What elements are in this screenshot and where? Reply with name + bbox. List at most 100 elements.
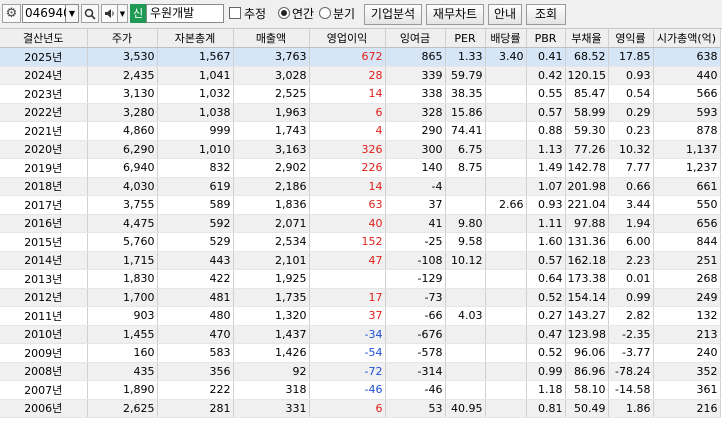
cell-surplus: 339 [385, 66, 446, 85]
cell-price: 435 [87, 362, 158, 381]
table-row[interactable]: 2014년 1,715 443 2,101 47 -108 10.12 0.57 162.18 2… [0, 251, 721, 270]
table-row[interactable]: 2020년 6,290 1,010 3,163 326 300 6.75 1.13 77.26 1… [0, 140, 721, 159]
annual-radio[interactable] [278, 7, 290, 19]
cell-price: 903 [87, 306, 158, 326]
col-header-pbr[interactable]: PBR [526, 29, 566, 48]
financial-chart-button[interactable]: 재무차트 [426, 4, 484, 25]
cell-year: 2009년 [0, 343, 88, 363]
guide-button[interactable]: 안내 [488, 4, 522, 25]
cell-per: 59.79 [445, 66, 486, 85]
gear-icon[interactable]: ⚙ [2, 4, 21, 23]
table-row[interactable]: 2017년 3,755 589 1,836 63 37 2.66 0.93 221.04 3.44… [0, 195, 721, 215]
company-analysis-button[interactable]: 기업분석 [364, 4, 422, 25]
cell-equity: 1,567 [157, 47, 234, 67]
cell-equity: 619 [157, 177, 234, 196]
cell-surplus: 338 [385, 84, 446, 104]
table-row[interactable]: 2007년 1,890 222 318 -46 -46 1.18 58.10 -14.58 361 [0, 380, 721, 400]
chevron-down-icon[interactable]: ▼ [66, 4, 79, 23]
estimate-label: 추정 [244, 7, 267, 21]
table-row[interactable]: 2006년 2,625 281 331 6 53 40.95 0.81 50.49 1.86 216 [0, 399, 721, 418]
query-button[interactable]: 조회 [526, 4, 566, 25]
table-row[interactable]: 2024년 2,435 1,041 3,028 28 339 59.79 0.42 120.15… [0, 66, 721, 85]
quarterly-radio[interactable] [319, 7, 331, 19]
stock-code-input[interactable]: 046940 [22, 4, 71, 23]
search-icon[interactable] [81, 4, 99, 23]
cell-debt-ratio: 96.06 [565, 343, 609, 363]
table-row[interactable]: 2009년 160 583 1,426 -54 -578 0.52 96.06 -3.77 240 [0, 343, 721, 363]
cell-market-cap: 213 [653, 325, 721, 344]
cell-debt-ratio: 58.10 [565, 380, 609, 400]
col-header-dividend[interactable]: 배당률 [485, 29, 527, 48]
cell-operating-profit: 28 [309, 66, 386, 85]
cell-operating-profit [309, 269, 386, 289]
cell-price: 3,130 [87, 84, 158, 104]
table-row[interactable]: 2015년 5,760 529 2,534 152 -25 9.58 1.60 131.36 6.… [0, 232, 721, 252]
cell-debt-ratio: 201.98 [565, 177, 609, 196]
col-header-per[interactable]: PER [445, 29, 486, 48]
col-header-surplus[interactable]: 잉여금 [385, 29, 446, 48]
table-row[interactable]: 2025년 3,530 1,567 3,763 672 865 1.33 3.40 0.41 68… [0, 47, 721, 67]
cell-equity: 832 [157, 158, 234, 178]
cell-per: 40.95 [445, 399, 486, 418]
cell-surplus: -314 [385, 362, 446, 381]
table-row[interactable]: 2016년 4,475 592 2,071 40 41 9.80 1.11 97.88 1.94 6… [0, 214, 721, 233]
table-row[interactable]: 2010년 1,455 470 1,437 -34 -676 0.47 123.98 -2.35… [0, 325, 721, 344]
cell-dividend [485, 140, 527, 159]
cell-market-cap: 251 [653, 251, 721, 270]
cell-revenue: 2,101 [233, 251, 310, 270]
col-header-equity[interactable]: 자본총계 [157, 29, 234, 48]
cell-per [445, 325, 486, 344]
cell-market-cap: 878 [653, 121, 721, 141]
cell-equity: 999 [157, 121, 234, 141]
cell-year: 2022년 [0, 103, 88, 122]
cell-per: 4.03 [445, 306, 486, 326]
table-row[interactable]: 2022년 3,280 1,038 1,963 6 328 15.86 0.57 58.99 0.… [0, 103, 721, 122]
cell-op-margin: 6.00 [608, 232, 654, 252]
col-header-market-cap[interactable]: 시가총액(억) [653, 29, 721, 48]
cell-operating-profit: 63 [309, 195, 386, 215]
estimate-checkbox[interactable] [229, 7, 241, 19]
cell-surplus: 865 [385, 47, 446, 67]
company-name-field[interactable]: 우원개발 [146, 4, 224, 23]
cell-operating-profit: 14 [309, 84, 386, 104]
col-header-year[interactable]: 결산년도 [0, 29, 88, 48]
cell-surplus: 41 [385, 214, 446, 233]
table-row[interactable]: 2021년 4,860 999 1,743 4 290 74.41 0.88 59.30 0.23… [0, 121, 721, 141]
col-header-price[interactable]: 주가 [87, 29, 158, 48]
cell-year: 2021년 [0, 121, 88, 141]
table-row[interactable]: 2011년 903 480 1,320 37 -66 4.03 0.27 143.27 2.82 1… [0, 306, 721, 326]
cell-debt-ratio: 173.38 [565, 269, 609, 289]
table-row[interactable]: 2008년 435 356 92 -72 -314 0.99 86.96 -78.24 352 [0, 362, 721, 381]
cell-per: 15.86 [445, 103, 486, 122]
cell-dividend [485, 380, 527, 400]
col-header-revenue[interactable]: 매출액 [233, 29, 310, 48]
col-header-operating-profit[interactable]: 영업이익 [309, 29, 386, 48]
cell-equity: 1,010 [157, 140, 234, 159]
table-row[interactable]: 2019년 6,940 832 2,902 226 140 8.75 1.49 142.78 7.… [0, 158, 721, 178]
cell-market-cap: 216 [653, 399, 721, 418]
market-badge: 신 [130, 4, 146, 23]
cell-dividend [485, 251, 527, 270]
col-header-debt-ratio[interactable]: 부채율 [565, 29, 609, 48]
cell-equity: 422 [157, 269, 234, 289]
table-row[interactable]: 2012년 1,700 481 1,735 17 -73 0.52 154.14 0.99 249 [0, 288, 721, 307]
cell-debt-ratio: 85.47 [565, 84, 609, 104]
table-row[interactable]: 2013년 1,830 422 1,925 -129 0.64 173.38 0.01 268 [0, 269, 721, 289]
cell-op-margin: 3.44 [608, 195, 654, 215]
table-row[interactable]: 2023년 3,130 1,032 2,525 14 338 38.35 0.55 85.47 0… [0, 84, 721, 104]
cell-pbr: 0.57 [526, 251, 566, 270]
table-row[interactable]: 2018년 4,030 619 2,186 14 -4 1.07 201.98 0.66 661 [0, 177, 721, 196]
chevron-down-icon[interactable]: ▼ [118, 4, 128, 23]
cell-pbr: 1.11 [526, 214, 566, 233]
cell-year: 2015년 [0, 232, 88, 252]
cell-price: 4,860 [87, 121, 158, 141]
cell-year: 2025년 [0, 47, 88, 67]
cell-pbr: 0.27 [526, 306, 566, 326]
speaker-icon[interactable] [101, 4, 118, 23]
col-header-op-margin[interactable]: 영익률 [608, 29, 654, 48]
cell-surplus: -108 [385, 251, 446, 270]
cell-surplus: -66 [385, 306, 446, 326]
cell-pbr: 0.57 [526, 103, 566, 122]
cell-per: 6.75 [445, 140, 486, 159]
cell-dividend [485, 269, 527, 289]
